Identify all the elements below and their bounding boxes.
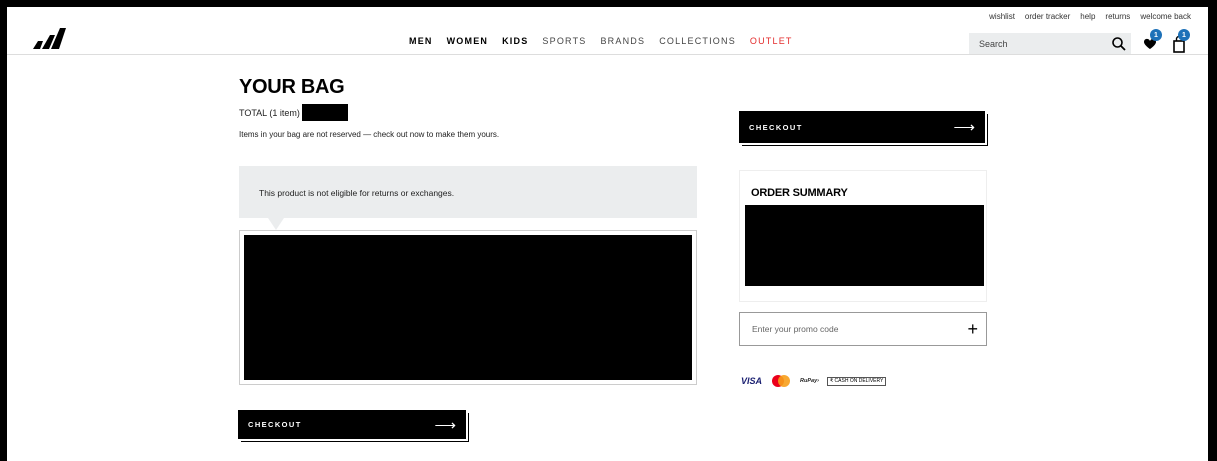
nav-item-sports[interactable]: SPORTS (542, 36, 586, 46)
order-summary: ORDER SUMMARY (739, 170, 987, 302)
payment-methods: VISA RuPay› ₹ CASH ON DELIVERY (741, 374, 887, 388)
arrow-right-icon: ⟶ (953, 119, 975, 136)
mastercard-logo (772, 375, 791, 387)
utility-link-help[interactable]: help (1080, 12, 1095, 21)
checkout-label: CHECKOUT (248, 420, 302, 429)
main-nav: MEN WOMEN KIDS SPORTS BRANDS COLLECTIONS… (409, 36, 793, 46)
brand-logo[interactable] (33, 27, 69, 49)
wishlist-count-badge: 1 (1150, 29, 1162, 41)
order-summary-title: ORDER SUMMARY (751, 187, 848, 199)
redacted-total-amount (301, 104, 348, 121)
promo-code-field: + (739, 312, 987, 346)
nav-item-collections[interactable]: COLLECTIONS (659, 36, 736, 46)
nav-item-brands[interactable]: BRANDS (600, 36, 645, 46)
search-icon[interactable] (1111, 36, 1127, 52)
utility-link-order-tracker[interactable]: order tracker (1025, 12, 1070, 21)
header-divider (7, 54, 1208, 55)
notice-pointer (268, 218, 284, 230)
checkout-button-bottom[interactable]: CHECKOUT ⟶ (238, 410, 466, 439)
page-title: YOUR BAG (239, 76, 345, 98)
checkout-label: CHECKOUT (749, 122, 803, 132)
nav-item-kids[interactable]: KIDS (502, 36, 528, 46)
visa-logo: VISA (741, 376, 763, 386)
reservation-note: Items in your bag are not reserved — che… (239, 130, 500, 139)
checkout-button-top[interactable]: CHECKOUT ⟶ (739, 111, 985, 143)
nav-item-men[interactable]: MEN (409, 36, 433, 46)
arrow-right-icon: ⟶ (434, 416, 456, 434)
utility-link-returns[interactable]: returns (1105, 12, 1130, 21)
rupay-logo: RuPay› (800, 378, 819, 384)
bag-line-item (239, 230, 697, 385)
cash-on-delivery-icon: ₹ CASH ON DELIVERY (826, 376, 887, 386)
nav-item-women[interactable]: WOMEN (447, 36, 489, 46)
nav-item-outlet[interactable]: OUTLET (750, 36, 793, 46)
plus-icon[interactable]: + (967, 320, 978, 338)
bag-count-badge: 1 (1178, 29, 1190, 41)
utility-links: wishlist order tracker help returns welc… (989, 12, 1191, 21)
redacted-summary-details (745, 205, 984, 286)
utility-link-welcome[interactable]: welcome back (1140, 12, 1191, 21)
bag-button[interactable]: 1 (1170, 29, 1192, 55)
redacted-product-details (244, 235, 692, 380)
search-box (969, 33, 1131, 54)
promo-code-input[interactable] (750, 323, 944, 335)
bag-total-label: TOTAL (1 item) (239, 107, 300, 118)
return-policy-notice: This product is not eligible for returns… (239, 166, 697, 218)
return-policy-text: This product is not eligible for returns… (259, 188, 455, 198)
search-input[interactable] (977, 37, 1101, 50)
utility-link-wishlist[interactable]: wishlist (989, 12, 1015, 21)
bag-total: TOTAL (1 item) (239, 104, 348, 121)
wishlist-button[interactable]: 1 (1141, 29, 1163, 55)
